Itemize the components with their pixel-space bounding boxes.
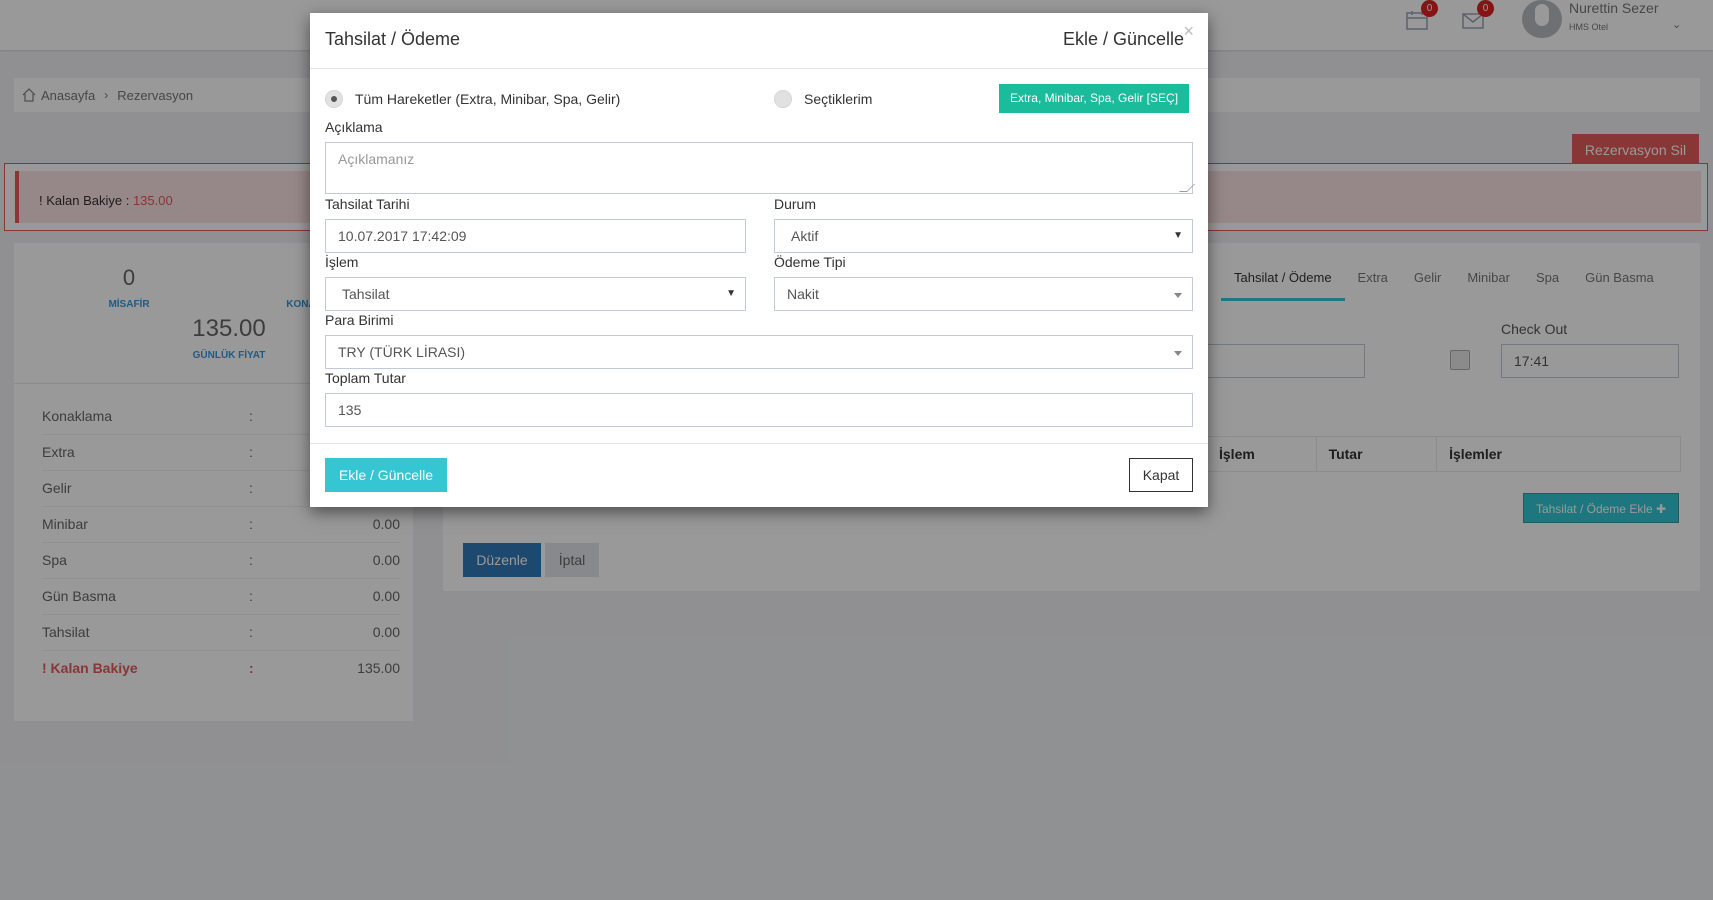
- modal-title: Tahsilat / Ödeme: [325, 29, 461, 49]
- select-items-button[interactable]: Extra, Minibar, Spa, Gelir [SEÇ]: [999, 84, 1189, 113]
- description-label: Açıklama: [325, 119, 383, 135]
- currency-value: TRY (TÜRK LİRASI): [338, 344, 466, 360]
- description-textarea[interactable]: Açıklamanız: [325, 142, 1195, 194]
- caret-down-icon: ▼: [726, 288, 736, 299]
- payment-type-value: Nakit: [787, 286, 819, 302]
- date-label: Tahsilat Tarihi: [325, 196, 410, 212]
- resize-handle-icon[interactable]: [1179, 184, 1195, 192]
- modal-header: Tahsilat / Ödeme Ekle / Güncelle ×: [310, 13, 1208, 69]
- modal-subtitle: Ekle / Güncelle: [1062, 29, 1184, 49]
- payment-type-select[interactable]: Nakit: [774, 277, 1193, 311]
- currency-label: Para Birimi: [325, 312, 394, 328]
- chevron-down-icon: [1174, 351, 1182, 356]
- total-label: Toplam Tutar: [325, 370, 406, 386]
- currency-select[interactable]: TRY (TÜRK LİRASI): [325, 335, 1193, 369]
- payment-modal: Tahsilat / Ödeme Ekle / Güncelle × Tüm H…: [310, 13, 1208, 507]
- status-label: Durum: [774, 196, 817, 212]
- radio-selected[interactable]: [774, 90, 792, 108]
- payment-type-label: Ödeme Tipi: [774, 254, 846, 270]
- submit-button[interactable]: Ekle / Güncelle: [325, 458, 447, 492]
- status-value: Aktif: [791, 228, 819, 244]
- status-select[interactable]: Aktif ▼: [774, 219, 1193, 253]
- radio-all-movements[interactable]: [325, 90, 343, 108]
- operation-select[interactable]: Tahsilat ▼: [325, 277, 746, 311]
- radio-all-movements-label[interactable]: Tüm Hareketler (Extra, Minibar, Spa, Gel…: [355, 91, 620, 107]
- operation-label: İşlem: [325, 254, 359, 270]
- modal-footer: Ekle / Güncelle Kapat: [310, 443, 1208, 507]
- radio-selected-label[interactable]: Seçtiklerim: [804, 91, 872, 107]
- chevron-down-icon: [1174, 293, 1182, 298]
- close-button[interactable]: Kapat: [1129, 458, 1193, 492]
- close-icon[interactable]: ×: [1183, 21, 1194, 42]
- description-placeholder: Açıklamanız: [338, 151, 415, 167]
- date-input[interactable]: 10.07.2017 17:42:09: [325, 219, 746, 253]
- total-input[interactable]: 135: [325, 393, 1193, 427]
- operation-value: Tahsilat: [342, 286, 390, 302]
- caret-down-icon: ▼: [1173, 230, 1183, 241]
